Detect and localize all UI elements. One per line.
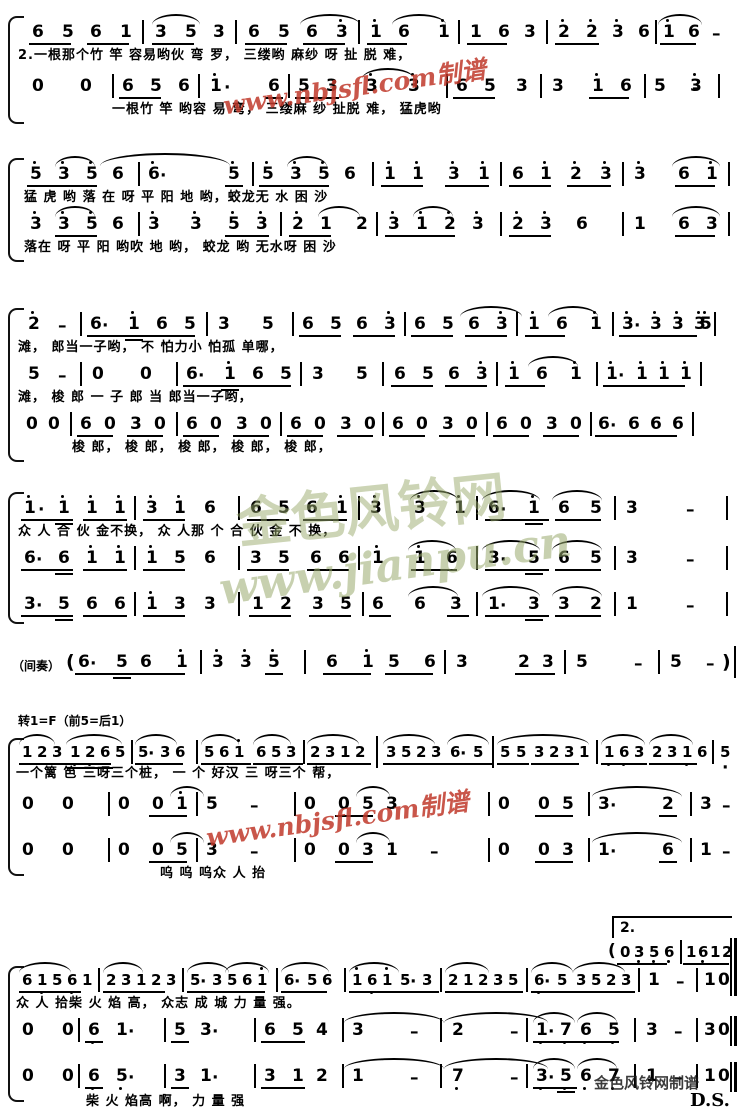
voice-soprano: 6 1 5 6 1 2 3 1 2 3 5 · 3 5 6 1 6 · 5 6 … — [0, 962, 740, 1012]
score-page: 6 5 6 1 3 5 3 6 5 6 3 1 6 1 1 6 3 2 2 3 … — [0, 0, 740, 1111]
voice-alto: 6 · 6 1 1 1 5 6 3 5 6 6 1 1 6 3 · 5 6 5 … — [0, 540, 740, 590]
key-change-row: 转1=F（前5=后1） — [0, 712, 740, 732]
lyric-text: 众 人 合 伙 金不换， 众 人那 个 合 伙 金 不 换， — [18, 524, 337, 539]
voice-soprano: 6 5 6 1 3 5 3 6 5 6 3 1 6 1 1 6 3 2 2 3 … — [0, 14, 740, 64]
note-row: 0 0 6 5 · 3 1 · 3 1 2 1 – 7 – 3 · 5 6 7 … — [0, 1058, 740, 1093]
lyric-text: 一个篱 笆 三呀三个桩， 一 个 好汉 三 呀三个 帮， — [16, 766, 341, 781]
lyric-row: 众 人 合 伙 金不换， 众 人那 个 合 伙 金 不 换， — [0, 520, 740, 540]
ending-label: 2. — [620, 920, 636, 936]
lyric-row: 落在 呀 平 阳 哟吹 地 哟， 蛟龙 哟 无水呀 困 沙 — [0, 236, 740, 256]
lyric-text: 2.一根那个竹 竿 容易哟伙 弯 罗， 三缕哟 麻纱 呀 扯 脱 难， — [18, 48, 412, 63]
lyric-row: 众 人 拾柴 火 焰 高， 众志 成 城 力 量 强。 — [0, 992, 740, 1012]
lyric-row: 呜 呜 呜众 人 抬 — [0, 862, 740, 882]
lyric-text: 柴 火 焰高 啊， 力 量 强 — [86, 1094, 246, 1109]
lyric-row: 柴 火 焰高 啊， 力 量 强 — [0, 1090, 740, 1110]
note-row: 6 · 6 1 1 1 5 6 3 5 6 6 1 1 6 3 · 5 6 5 … — [0, 540, 740, 575]
system-6: 1 2 3 1 2 6 5 5 · 3 6 5 6 1 6 5 3 2 3 1 … — [0, 734, 740, 882]
lyric-row: 2.一根那个竹 竿 容易哟伙 弯 罗， 三缕哟 麻纱 呀 扯 脱 难， — [0, 44, 740, 64]
lyric-row: 猛 虎 哟 落 在 呀 平 阳 地 哟，蛟龙无 水 困 沙 — [0, 186, 740, 206]
voice-soprano: 5 3 5 6 6 · 5 5 3 5 6 1 1 3 1 6 1 2 3 3 … — [0, 153, 740, 206]
voice-alto: 0 0 0 0 1 5 – 0 0 5 3 0 0 5 3 · 2 3 – — [0, 786, 740, 836]
system-1-tail: 3 — [0, 72, 740, 102]
note-row: 3 · 5 6 6 1 3 3 1 2 3 5 6 6 3 1 · 3 3 2 … — [0, 586, 740, 621]
second-ending: 2. ( 0 3 5 6 1 6 1 2 — [0, 916, 740, 968]
ds-marking: D.S. — [690, 1090, 730, 1111]
lyric-row: 一个篱 笆 三呀三个桩， 一 个 好汉 三 呀三个 帮， — [0, 762, 740, 782]
lyric-text: 众 人 拾柴 火 焰 高， 众志 成 城 力 量 强。 — [16, 996, 301, 1011]
system-3-tail: 5 — [0, 310, 740, 450]
system-2: 5 3 5 6 6 · 5 5 3 5 6 1 1 3 1 6 1 2 3 3 … — [0, 153, 740, 266]
system-7: 6 1 5 6 1 2 3 1 2 3 5 · 3 5 6 1 6 · 5 6 … — [0, 962, 740, 1111]
lyric-text: 猛 虎 哟 落 在 呀 平 阳 地 哟，蛟龙无 水 困 沙 — [24, 190, 329, 205]
voice-alto: 3 3 5 6 3 3 5 3 2 1 2 3 1 2 3 2 3 6 1 6 … — [0, 206, 740, 256]
lyric-text: 落在 呀 平 阳 哟吹 地 哟， 蛟龙 哟 无水呀 困 沙 — [24, 240, 337, 255]
note-row: 0 0 0 0 1 5 – 0 0 5 3 0 0 5 3 · 2 3 – — [0, 786, 740, 820]
system-5-interlude: （间奏） ( 6 · 5 6 1 3 3 5 6 1 5 6 3 2 3 5 – … — [0, 646, 740, 688]
voice-bass: 3 · 5 6 6 1 3 3 1 2 3 5 6 6 3 1 · 3 3 2 … — [0, 586, 740, 636]
voice-soprano: 1 2 3 1 2 6 5 5 · 3 6 5 6 1 6 5 3 2 3 1 … — [0, 734, 740, 784]
key-change-label: 转1=F（前5=后1） — [18, 714, 132, 728]
lyric-text: 呜 呜 呜众 人 抬 — [160, 866, 267, 881]
voice-bass: 0 0 6 5 · 3 1 · 3 1 2 1 – 7 – 3 · 5 6 7 … — [0, 1058, 740, 1110]
voice-bass: 0 0 0 0 5 3 – 0 0 3 1 – 0 0 3 1 · 6 1 – … — [0, 832, 740, 882]
note-row: 0 0 6 1 · 5 3 · 6 5 4 3 – 2 – 1 · 7 6 5 … — [0, 1012, 740, 1046]
voice-alto: 0 0 6 1 · 5 3 · 6 5 4 3 – 2 – 1 · 7 6 5 … — [0, 1012, 740, 1062]
voice-soprano: 1 · 1 1 1 3 1 6 6 5 6 1 3 3 1 6 · 1 6 5 … — [0, 490, 740, 540]
system-4: 1 · 1 1 1 3 1 6 6 5 6 1 3 3 1 6 · 1 6 5 … — [0, 490, 740, 630]
note-row: ( 6 · 5 6 1 3 3 5 6 1 5 6 3 2 3 5 – 5 – ) — [0, 646, 740, 679]
